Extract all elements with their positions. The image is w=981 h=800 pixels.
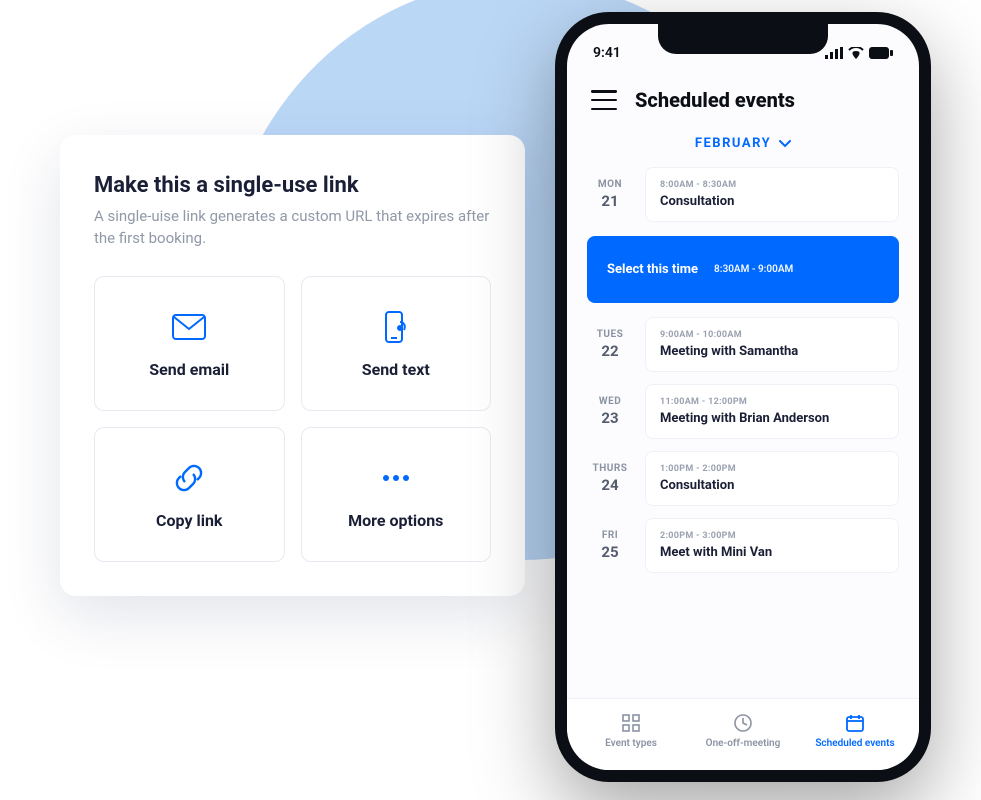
event-card[interactable]: 8:00AM - 8:30AM Consultation	[645, 167, 899, 222]
date-weekday: FRI	[587, 530, 633, 541]
event-name: Meeting with Brian Anderson	[660, 411, 884, 426]
phone-screen: 9:41 Scheduled events FEBRUARY MON 21	[567, 24, 919, 770]
tab-scheduled-events[interactable]: Scheduled events	[799, 712, 911, 749]
event-row: TUES 22 9:00AM - 10:00AM Meeting with Sa…	[587, 317, 899, 372]
select-time-button[interactable]: Select this time 8:30AM - 9:00AM	[587, 236, 899, 303]
date-daynum: 21	[587, 192, 633, 210]
date-column: FRI 25	[587, 518, 633, 573]
event-time: 8:00AM - 8:30AM	[660, 180, 884, 190]
date-daynum: 23	[587, 409, 633, 427]
more-options-button[interactable]: More options	[301, 427, 492, 562]
menu-icon[interactable]	[591, 90, 617, 110]
chevron-down-icon	[779, 140, 791, 148]
tab-scheduled-label: Scheduled events	[815, 738, 894, 749]
action-grid: Send email Send text Copy link	[94, 276, 491, 562]
event-card[interactable]: 2:00PM - 3:00PM Meet with Mini Van	[645, 518, 899, 573]
send-email-label: Send email	[149, 360, 229, 379]
battery-icon	[869, 47, 893, 59]
send-text-label: Send text	[362, 360, 430, 379]
tab-one-off-label: One-off-meeting	[706, 738, 781, 749]
date-column: TUES 22	[587, 317, 633, 372]
date-weekday: MON	[587, 179, 633, 190]
tab-event-types[interactable]: Event types	[575, 712, 687, 749]
date-daynum: 24	[587, 476, 633, 494]
event-name: Meeting with Samantha	[660, 344, 884, 359]
tab-one-off-meeting[interactable]: One-off-meeting	[687, 712, 799, 749]
copy-link-label: Copy link	[156, 511, 222, 530]
link-icon	[170, 459, 208, 497]
event-card[interactable]: 1:00PM - 2:00PM Consultation	[645, 451, 899, 506]
phone-header: Scheduled events	[567, 68, 919, 124]
single-use-link-card: Make this a single-use link A single-uis…	[60, 135, 525, 596]
signal-icon	[825, 47, 843, 59]
date-weekday: THURS	[587, 463, 633, 474]
event-time: 2:00PM - 3:00PM	[660, 531, 884, 541]
date-column: WED 23	[587, 384, 633, 439]
month-selector[interactable]: FEBRUARY	[567, 124, 919, 167]
date-column: THURS 24	[587, 451, 633, 506]
month-label: FEBRUARY	[695, 136, 771, 151]
event-row: MON 21 8:00AM - 8:30AM Consultation	[587, 167, 899, 222]
status-time: 9:41	[593, 45, 621, 61]
event-row: FRI 25 2:00PM - 3:00PM Meet with Mini Va…	[587, 518, 899, 573]
phone-notch	[658, 24, 828, 54]
event-name: Meet with Mini Van	[660, 545, 884, 560]
event-card[interactable]: 11:00AM - 12:00PM Meeting with Brian And…	[645, 384, 899, 439]
envelope-icon	[170, 308, 208, 346]
status-indicators	[825, 47, 893, 59]
tab-bar: Event types One-off-meeting Scheduled	[567, 698, 919, 770]
send-text-button[interactable]: Send text	[301, 276, 492, 411]
card-title: Make this a single-use link	[94, 173, 491, 198]
event-time: 1:00PM - 2:00PM	[660, 464, 884, 474]
clock-icon	[732, 712, 754, 734]
event-card[interactable]: 9:00AM - 10:00AM Meeting with Samantha	[645, 317, 899, 372]
card-description: A single-uise link generates a custom UR…	[94, 206, 491, 250]
more-dots-icon	[377, 459, 415, 497]
event-row: THURS 24 1:00PM - 2:00PM Consultation	[587, 451, 899, 506]
event-name: Consultation	[660, 194, 884, 209]
date-weekday: TUES	[587, 329, 633, 340]
event-row: WED 23 11:00AM - 12:00PM Meeting with Br…	[587, 384, 899, 439]
calendar-icon	[844, 712, 866, 734]
select-time-label: Select this time	[607, 262, 698, 277]
event-time: 11:00AM - 12:00PM	[660, 397, 884, 407]
phone-tap-icon	[377, 308, 415, 346]
grid-icon	[620, 712, 642, 734]
send-email-button[interactable]: Send email	[94, 276, 285, 411]
event-name: Consultation	[660, 478, 884, 493]
events-list: MON 21 8:00AM - 8:30AM Consultation Sele…	[567, 167, 919, 573]
date-daynum: 25	[587, 543, 633, 561]
date-weekday: WED	[587, 396, 633, 407]
copy-link-button[interactable]: Copy link	[94, 427, 285, 562]
page-title: Scheduled events	[635, 88, 795, 112]
date-daynum: 22	[587, 342, 633, 360]
wifi-icon	[848, 47, 864, 59]
date-column: MON 21	[587, 167, 633, 222]
phone-mockup: 9:41 Scheduled events FEBRUARY MON 21	[555, 12, 931, 782]
event-time: 9:00AM - 10:00AM	[660, 330, 884, 340]
select-time-range: 8:30AM - 9:00AM	[714, 264, 793, 275]
more-options-label: More options	[348, 511, 443, 530]
tab-event-types-label: Event types	[605, 738, 657, 749]
